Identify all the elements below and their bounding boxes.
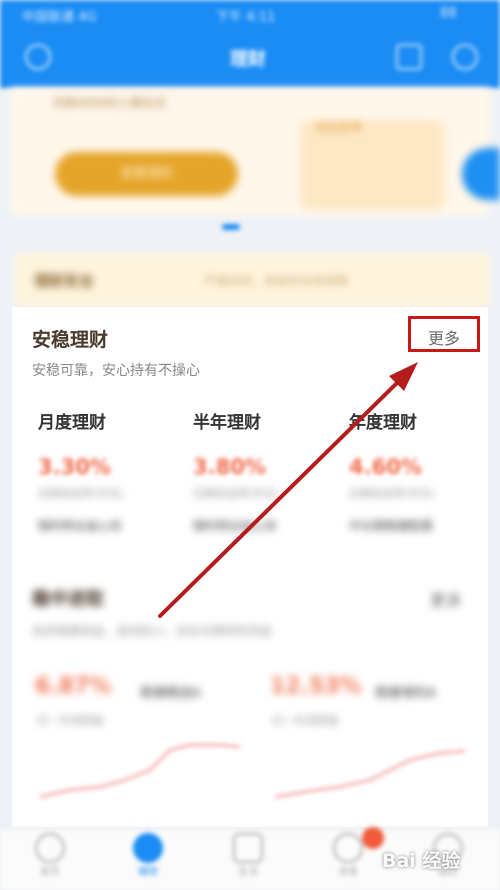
annotation-arrow (158, 362, 418, 618)
arrow-line (158, 376, 404, 618)
